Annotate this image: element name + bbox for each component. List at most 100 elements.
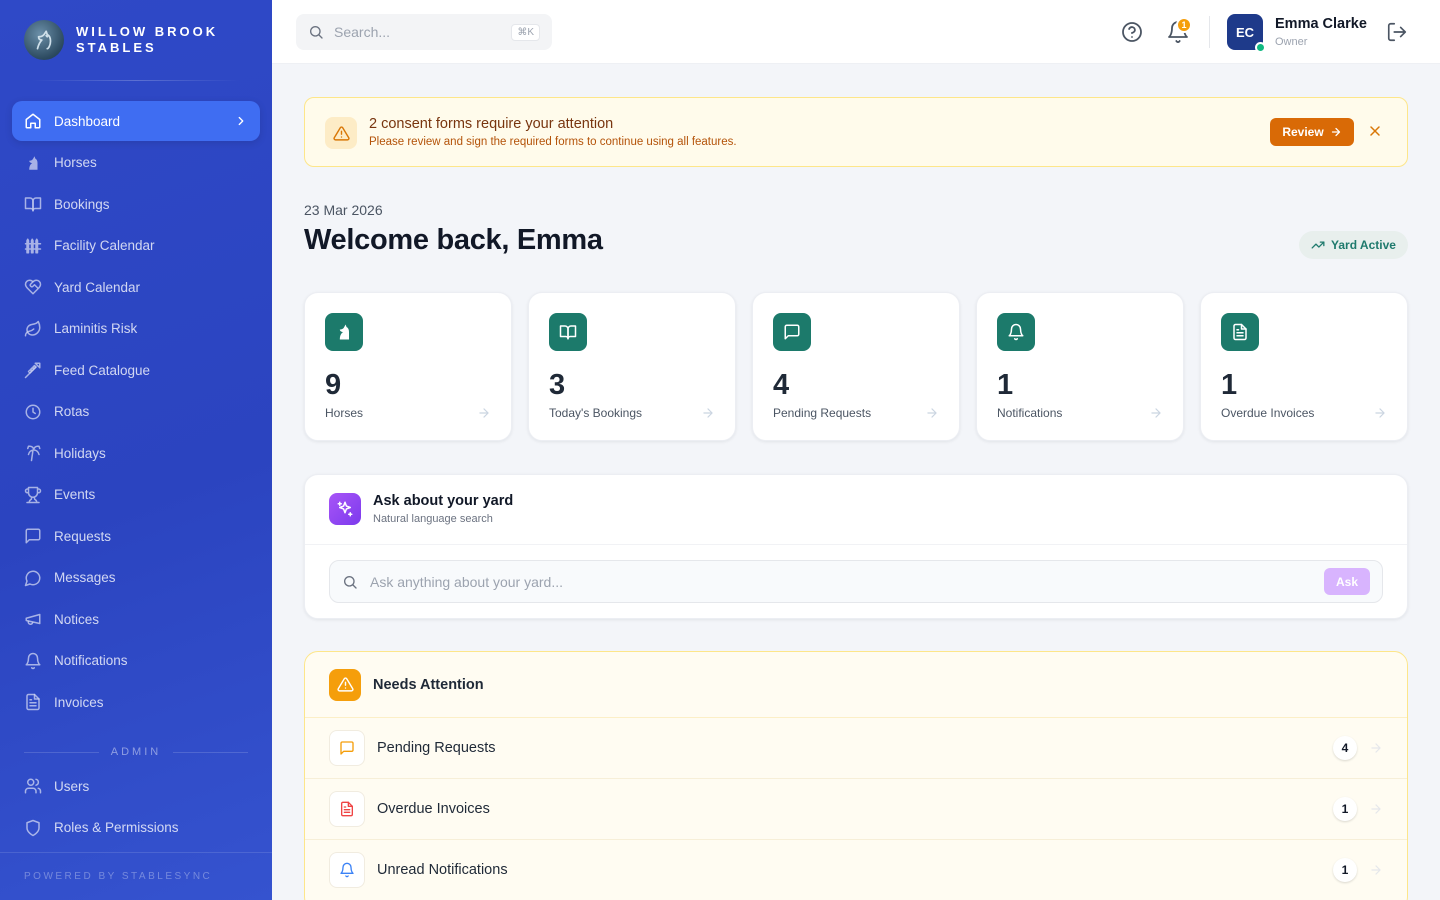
sidebar-item-requests[interactable]: Requests	[12, 516, 260, 556]
sidebar-item-label: Requests	[54, 528, 112, 544]
stat-label: Horses	[325, 406, 364, 420]
stat-card-pending-requests[interactable]: 4 Pending Requests	[752, 292, 960, 441]
sidebar-item-horses[interactable]: Horses	[12, 143, 260, 183]
alert-title: 2 consent forms require your attention	[369, 116, 614, 132]
bell-icon	[329, 852, 365, 888]
home-icon	[25, 113, 41, 129]
chevron-right-icon	[238, 116, 244, 126]
message-square-icon	[773, 313, 811, 351]
sidebar-item-label: Holidays	[54, 445, 106, 461]
arrow-right-icon	[927, 408, 937, 418]
logout-icon[interactable]	[1386, 21, 1408, 43]
brand[interactable]: WILLOW BROOK STABLES	[0, 0, 272, 80]
attention-row-count: 1	[1333, 797, 1357, 821]
clock-icon	[25, 404, 41, 419]
sidebar-item-label: Invoices	[54, 694, 104, 710]
notification-badge: 1	[1176, 17, 1192, 33]
file-text-icon	[26, 693, 40, 711]
sidebar-item-dashboard[interactable]: Dashboard	[12, 101, 260, 141]
top-bar: Search... ⌘K 1 EC Emma Clarke Owner	[272, 0, 1440, 64]
stat-card-bookings[interactable]: 3 Today's Bookings	[528, 292, 736, 441]
attention-row-pending-requests[interactable]: Pending Requests 4	[305, 718, 1407, 779]
sidebar-item-label: Rotas	[54, 404, 90, 419]
arrow-right-icon	[1151, 408, 1161, 418]
sidebar-item-label: Laminitis Risk	[54, 321, 138, 336]
sidebar-item-label: Feed Catalogue	[54, 362, 151, 378]
sidebar-item-messages[interactable]: Messages	[12, 558, 260, 598]
users-icon	[24, 778, 42, 794]
admin-section-label: ADMIN	[24, 746, 248, 758]
sidebar: WILLOW BROOK STABLES Dashboard Horses Bo…	[0, 0, 272, 900]
sidebar-item-label: Yard Calendar	[54, 279, 141, 295]
attention-row-label: Pending Requests	[377, 740, 496, 756]
bell-icon	[997, 313, 1035, 351]
sidebar-item-feed-catalogue[interactable]: Feed Catalogue	[12, 350, 260, 390]
needs-attention-panel: Needs Attention Pending Requests 4 Overd…	[304, 651, 1408, 900]
stat-value: 9	[325, 369, 342, 401]
stat-label: Today's Bookings	[549, 406, 643, 420]
help-icon[interactable]	[1120, 20, 1144, 44]
powered-by: POWERED BY STABLESYNC	[0, 852, 272, 900]
sidebar-item-bookings[interactable]: Bookings	[12, 184, 260, 224]
attention-row-label: Unread Notifications	[377, 862, 508, 878]
stat-card-notifications[interactable]: 1 Notifications	[976, 292, 1184, 441]
stat-value: 1	[997, 369, 1014, 401]
page-title: Welcome back, Emma	[304, 224, 603, 256]
leaf-icon	[24, 320, 41, 336]
stat-value: 3	[549, 369, 566, 401]
sidebar-item-laminitis-risk[interactable]: Laminitis Risk	[12, 309, 260, 349]
ask-button[interactable]: Ask	[1324, 568, 1370, 595]
stat-value: 1	[1221, 369, 1238, 401]
bell-icon	[25, 652, 41, 669]
sidebar-item-notices[interactable]: Notices	[12, 599, 260, 639]
search-icon	[344, 575, 357, 589]
attention-row-count: 4	[1333, 736, 1357, 760]
warning-icon	[329, 668, 361, 701]
sidebar-item-events[interactable]: Events	[12, 475, 260, 515]
search-icon	[310, 26, 323, 39]
arrow-right-icon	[1371, 743, 1381, 753]
sidebar-item-notifications[interactable]: Notifications	[12, 641, 260, 681]
status-badge-label: Yard Active	[1331, 238, 1396, 252]
palm-tree-icon	[27, 445, 41, 462]
sidebar-item-label: Horses	[54, 155, 97, 170]
arrow-right-icon	[1331, 127, 1340, 137]
arrow-right-icon	[479, 408, 489, 418]
wheat-icon	[24, 362, 41, 379]
message-circle-icon	[24, 570, 41, 586]
horse-icon	[325, 313, 363, 351]
sidebar-item-holidays[interactable]: Holidays	[12, 433, 260, 473]
stat-card-overdue-invoices[interactable]: 1 Overdue Invoices	[1200, 292, 1408, 441]
sidebar-item-yard-calendar[interactable]: Yard Calendar	[12, 267, 260, 307]
review-button[interactable]: Review	[1270, 118, 1354, 146]
stat-card-horses[interactable]: 9 Horses	[304, 292, 512, 441]
attention-row-overdue-invoices[interactable]: Overdue Invoices 1	[305, 779, 1407, 840]
stat-label: Pending Requests	[773, 406, 872, 420]
sidebar-item-label: Users	[54, 778, 90, 794]
ask-input[interactable]	[370, 573, 1324, 590]
arrow-right-icon	[1371, 804, 1381, 814]
close-icon[interactable]	[1367, 123, 1383, 139]
sidebar-item-facility-calendar[interactable]: Facility Calendar	[12, 226, 260, 266]
avatar[interactable]: EC	[1227, 14, 1266, 53]
warning-icon	[325, 117, 357, 149]
sidebar-item-users[interactable]: Users	[12, 766, 260, 806]
trending-up-icon	[1311, 241, 1325, 249]
sidebar-item-rotas[interactable]: Rotas	[12, 392, 260, 432]
sidebar-item-label: Dashboard	[54, 113, 121, 129]
search-placeholder: Search...	[334, 24, 391, 40]
ask-input-wrapper: Ask	[329, 560, 1383, 603]
sidebar-item-invoices[interactable]: Invoices	[12, 682, 260, 722]
sidebar-item-roles-permissions[interactable]: Roles & Permissions	[12, 808, 260, 848]
admin-nav: Users Roles & Permissions	[0, 766, 272, 848]
status-badge: Yard Active	[1299, 231, 1408, 259]
stat-value: 4	[773, 369, 790, 401]
file-text-icon	[329, 791, 365, 827]
sidebar-item-label: Notices	[54, 611, 100, 627]
needs-attention-header: Needs Attention	[305, 652, 1407, 718]
attention-row-label: Overdue Invoices	[377, 801, 490, 817]
user-name[interactable]: Emma Clarke	[1275, 16, 1367, 32]
search-bar[interactable]: Search... ⌘K	[296, 14, 552, 50]
topbar-divider	[1209, 16, 1210, 48]
attention-row-unread-notifications[interactable]: Unread Notifications 1	[305, 840, 1407, 900]
